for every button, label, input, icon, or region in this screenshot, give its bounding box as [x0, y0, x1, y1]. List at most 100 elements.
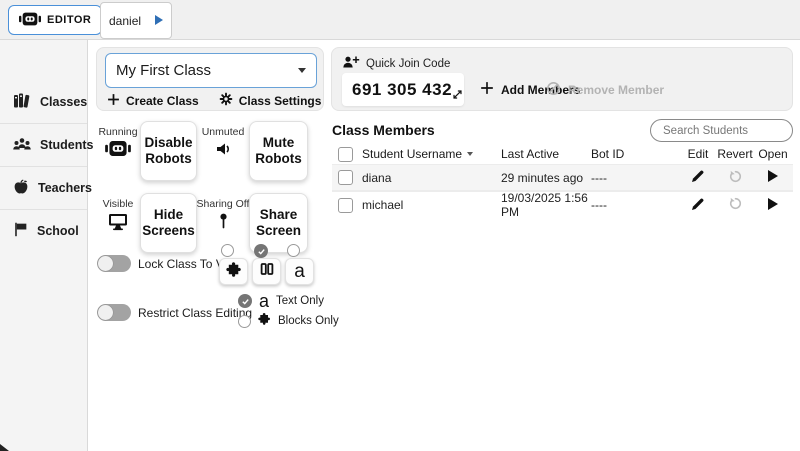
plus-icon [107, 93, 120, 109]
class-settings-label: Class Settings [239, 94, 322, 108]
screens-status-label: Visible [103, 198, 134, 210]
text-icon: a [294, 262, 305, 281]
disable-robots-button[interactable]: Disable Robots [140, 121, 197, 181]
editor-label: EDITOR [47, 14, 91, 26]
open-button[interactable] [768, 170, 778, 185]
column-last-active: Last Active [501, 147, 591, 161]
radio-selected-icon[interactable] [254, 244, 268, 258]
sharing-status: Sharing Off [195, 198, 251, 235]
create-class-button[interactable]: Create Class [107, 92, 199, 109]
mute-robots-button[interactable]: Mute Robots [249, 121, 308, 181]
view-mode-blocks[interactable] [219, 244, 250, 285]
restrict-editing-label: Restrict Class Editing [138, 306, 252, 320]
puzzle-icon [226, 261, 242, 282]
radio-unselected-icon[interactable] [238, 315, 251, 328]
table-row: michael 19/03/2025 1:56 PM ---- [332, 191, 793, 218]
toggle-knob [98, 305, 113, 320]
sidebar-item-label: Teachers [38, 181, 92, 195]
option-blocks-only[interactable]: Blocks Only [238, 311, 339, 331]
search-students-input[interactable] [650, 119, 793, 142]
restrict-editing-toggle[interactable] [97, 304, 131, 321]
radio-unselected-icon[interactable] [287, 244, 300, 257]
sidebar-item-teachers[interactable]: Teachers [0, 166, 87, 209]
robot-icon [19, 12, 41, 29]
revert-icon [728, 169, 743, 187]
screens-status: Visible [96, 198, 140, 236]
edit-button[interactable] [691, 197, 705, 214]
open-button[interactable] [768, 198, 778, 213]
sidebar-item-label: Students [40, 138, 93, 152]
top-bar: EDITOR daniel [0, 0, 800, 40]
puzzle-icon [258, 312, 271, 330]
robot-icon [104, 141, 132, 161]
quick-join-label: Quick Join Code [366, 58, 450, 70]
view-mode-text[interactable]: a [285, 244, 316, 285]
edit-button[interactable] [691, 169, 705, 186]
corner-artifact [0, 444, 9, 451]
sort-caret-icon [467, 152, 473, 156]
cell-bot-id: ---- [591, 171, 679, 185]
sidebar-item-school[interactable]: School [0, 209, 87, 252]
members-table-header: Student Username Last Active Bot ID Edit… [332, 144, 793, 164]
pencil-icon [691, 197, 705, 214]
quick-join-code[interactable]: 691 305 432 [342, 73, 464, 106]
radio-selected-icon[interactable] [238, 294, 252, 308]
class-settings-button[interactable]: Class Settings [219, 92, 322, 109]
play-icon [768, 198, 778, 213]
apple-icon [12, 178, 30, 199]
sidebar-item-label: School [37, 224, 79, 238]
view-mode-group: a [219, 244, 316, 285]
text-only-label: Text Only [276, 295, 324, 307]
column-open: Open [753, 147, 793, 161]
circle-slash-icon [546, 81, 561, 99]
user-tab-daniel[interactable]: daniel [100, 2, 172, 39]
sidebar-item-classes[interactable]: Classes [0, 80, 87, 123]
cell-username: diana [362, 171, 501, 185]
robots-status: Running [96, 126, 140, 161]
remove-member-label: Remove Member [568, 83, 664, 97]
radio-unselected-icon[interactable] [221, 244, 234, 257]
sharing-status-label: Sharing Off [197, 198, 250, 210]
hide-screens-button[interactable]: Hide Screens [140, 193, 197, 253]
user-tab-label: daniel [109, 14, 141, 28]
table-row: diana 29 minutes ago ---- [332, 164, 793, 191]
class-select-dropdown[interactable]: My First Class [105, 53, 317, 88]
robots-status-label: Running [98, 126, 137, 138]
pin-icon [219, 213, 228, 235]
editor-button[interactable]: EDITOR [8, 5, 102, 35]
revert-button[interactable] [728, 196, 743, 214]
quick-join-card: Quick Join Code 691 305 432 Add Members … [331, 47, 793, 111]
sidebar: Classes Students Teachers School [0, 40, 88, 451]
column-revert: Revert [717, 147, 753, 161]
run-play-icon[interactable] [155, 14, 163, 28]
class-select-card: My First Class Create Class Class Settin… [96, 47, 324, 111]
column-student-username[interactable]: Student Username [362, 147, 501, 161]
text-icon: a [259, 292, 269, 310]
revert-button[interactable] [728, 169, 743, 187]
play-icon [768, 170, 778, 185]
option-text-only[interactable]: a Text Only [238, 291, 339, 311]
expand-icon[interactable] [452, 87, 463, 105]
remove-member-button[interactable]: Remove Member [546, 73, 664, 106]
lock-class-toggle[interactable] [97, 255, 131, 272]
restrict-options-group: a Text Only Blocks Only [238, 291, 339, 331]
cell-last-active: 29 minutes ago [501, 171, 591, 185]
books-icon [12, 91, 32, 112]
students-icon [12, 136, 32, 155]
join-code-value: 691 305 432 [352, 80, 452, 100]
view-mode-split[interactable] [252, 244, 283, 285]
column-edit: Edit [679, 147, 717, 161]
row-checkbox[interactable] [338, 198, 353, 213]
revert-icon [728, 196, 743, 214]
sidebar-item-students[interactable]: Students [0, 123, 87, 166]
select-all-checkbox[interactable] [338, 147, 353, 162]
toggle-knob [98, 256, 113, 271]
speaker-icon [215, 141, 232, 162]
cell-bot-id: ---- [591, 198, 679, 212]
cell-last-active: 19/03/2025 1:56 PM [501, 191, 591, 219]
person-add-icon [342, 55, 360, 72]
class-members-title: Class Members [332, 122, 435, 138]
row-checkbox[interactable] [338, 170, 353, 185]
plus-icon [480, 81, 494, 98]
chevron-down-icon [298, 68, 306, 73]
